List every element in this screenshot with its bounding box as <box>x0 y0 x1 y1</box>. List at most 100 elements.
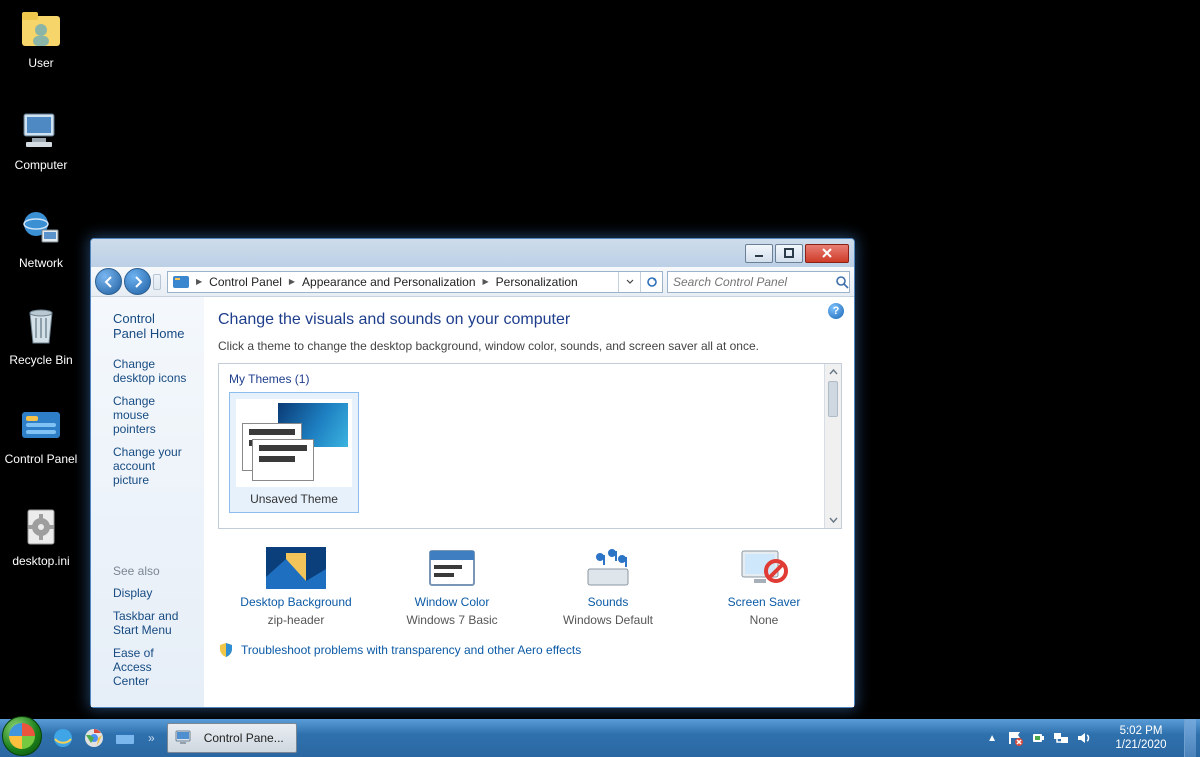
sidebar-seealso-taskbar[interactable]: Taskbar and Start Menu <box>113 609 190 637</box>
power-icon[interactable] <box>1030 730 1046 746</box>
minimize-button[interactable] <box>745 244 773 263</box>
link-value: zip-header <box>218 613 374 627</box>
desktop-icon-label: desktop.ini <box>2 554 80 568</box>
themes-list: My Themes (1) Unsaved Theme <box>218 363 842 529</box>
breadcrumb[interactable]: ▶ Control Panel ▶ Appearance and Persona… <box>167 271 663 293</box>
desktop-icon-network[interactable]: Network <box>2 206 80 270</box>
link-value: Windows 7 Basic <box>374 613 530 627</box>
system-tray: ▲ 5:02 PM 1/21/2020 <box>987 719 1200 757</box>
tray-overflow-button[interactable]: ▲ <box>987 733 997 744</box>
computer-icon <box>18 108 64 154</box>
desktop-icon-desktop-ini[interactable]: desktop.ini <box>2 504 80 568</box>
sidebar: Control Panel Home Change desktop icons … <box>91 297 204 707</box>
desktop-icon-recycle-bin[interactable]: Recycle Bin <box>2 303 80 367</box>
personalization-window: ▶ Control Panel ▶ Appearance and Persona… <box>90 238 855 708</box>
link-screen-saver[interactable]: Screen Saver None <box>686 547 842 627</box>
help-button[interactable]: ? <box>828 303 844 319</box>
control-panel-small-icon <box>172 273 190 291</box>
taskbar: » Control Pane... ▲ 5:02 PM 1/21/2020 <box>0 719 1200 757</box>
nav-history-dropdown[interactable] <box>153 274 161 290</box>
sidebar-seealso-ease-of-access[interactable]: Ease of Access Center <box>113 646 190 688</box>
desktop-icon-computer[interactable]: Computer <box>2 108 80 172</box>
theme-caption: Unsaved Theme <box>236 487 352 512</box>
theme-item-unsaved[interactable]: Unsaved Theme <box>229 392 359 513</box>
link-desktop-background[interactable]: Desktop Background zip-header <box>218 547 374 627</box>
search-box[interactable] <box>667 271 850 293</box>
quick-launch <box>52 727 136 749</box>
sidebar-home-link[interactable]: Control Panel Home <box>113 311 190 341</box>
theme-preview <box>236 399 352 487</box>
breadcrumb-arrow-icon: ▶ <box>287 277 297 286</box>
flag-icon[interactable] <box>1007 730 1023 746</box>
sidebar-seealso-display[interactable]: Display <box>113 586 190 600</box>
taskbar-clock[interactable]: 5:02 PM 1/21/2020 <box>1108 724 1174 752</box>
chrome-icon[interactable] <box>83 727 105 749</box>
start-button[interactable] <box>2 716 42 756</box>
close-button[interactable] <box>805 244 849 263</box>
ie-icon[interactable] <box>52 727 74 749</box>
breadcrumb-seg-appearance[interactable]: Appearance and Personalization <box>297 275 480 289</box>
recycle-bin-icon <box>18 303 64 349</box>
link-sounds[interactable]: Sounds Windows Default <box>530 547 686 627</box>
nav-forward-button[interactable] <box>124 268 151 295</box>
titlebar[interactable] <box>91 239 854 267</box>
breadcrumb-arrow-icon: ▶ <box>194 277 204 286</box>
taskbar-item-label: Control Pane... <box>204 731 284 745</box>
link-value: Windows Default <box>530 613 686 627</box>
desktop-icon-label: Recycle Bin <box>2 353 80 367</box>
desktop-icon-control-panel[interactable]: Control Panel <box>2 402 80 466</box>
sidebar-link-desktop-icons[interactable]: Change desktop icons <box>113 357 190 385</box>
clock-date: 1/21/2020 <box>1108 738 1174 752</box>
taskbar-item-control-panel[interactable]: Control Pane... <box>167 723 297 753</box>
quick-launch-overflow[interactable]: » <box>148 731 155 745</box>
breadcrumb-seg-control-panel[interactable]: Control Panel <box>204 275 287 289</box>
link-title: Desktop Background <box>218 595 374 609</box>
see-also-label: See also <box>113 564 190 578</box>
screen-saver-icon <box>734 547 794 589</box>
refresh-button[interactable] <box>640 272 662 292</box>
address-bar-row: ▶ Control Panel ▶ Appearance and Persona… <box>91 267 854 297</box>
themes-scrollbar[interactable] <box>824 364 841 528</box>
volume-icon[interactable] <box>1076 730 1092 746</box>
explorer-pin-icon[interactable] <box>114 727 136 749</box>
troubleshoot-link[interactable]: Troubleshoot problems with transparency … <box>218 642 842 658</box>
clock-time: 5:02 PM <box>1108 724 1174 738</box>
desktop-background-icon <box>266 547 326 589</box>
content-area: ? Change the visuals and sounds on your … <box>204 297 854 707</box>
page-subtext: Click a theme to change the desktop back… <box>218 339 842 353</box>
control-panel-icon <box>18 402 64 448</box>
breadcrumb-seg-personalization[interactable]: Personalization <box>491 275 583 289</box>
show-desktop-button[interactable] <box>1184 719 1196 757</box>
scroll-up-icon[interactable] <box>825 364 841 381</box>
control-panel-task-icon <box>174 727 196 749</box>
sidebar-link-account-picture[interactable]: Change your account picture <box>113 445 190 487</box>
desktop-icon-label: Computer <box>2 158 80 172</box>
info-link-text: Troubleshoot problems with transparency … <box>241 643 581 657</box>
desktop-icon-label: Network <box>2 256 80 270</box>
link-window-color[interactable]: Window Color Windows 7 Basic <box>374 547 530 627</box>
maximize-button[interactable] <box>775 244 803 263</box>
network-icon <box>18 206 64 252</box>
page-heading: Change the visuals and sounds on your co… <box>218 311 842 329</box>
shield-icon <box>218 642 234 658</box>
themes-section-label: My Themes (1) <box>219 364 841 392</box>
link-title: Sounds <box>530 595 686 609</box>
window-color-icon <box>422 547 482 589</box>
scroll-thumb[interactable] <box>828 381 838 417</box>
folder-user-icon <box>18 6 64 52</box>
gear-file-icon <box>18 504 64 550</box>
desktop-icon-label: User <box>2 56 80 70</box>
sidebar-link-mouse-pointers[interactable]: Change mouse pointers <box>113 394 190 436</box>
nav-back-button[interactable] <box>95 268 122 295</box>
desktop-icon-user[interactable]: User <box>2 6 80 70</box>
scroll-down-icon[interactable] <box>825 511 841 528</box>
sounds-icon <box>578 547 638 589</box>
breadcrumb-dropdown-button[interactable] <box>618 272 640 292</box>
link-title: Window Color <box>374 595 530 609</box>
quick-links-row: Desktop Background zip-header Window Col… <box>218 547 842 627</box>
search-icon[interactable] <box>835 275 849 289</box>
desktop-icon-label: Control Panel <box>2 452 80 466</box>
network-tray-icon[interactable] <box>1053 730 1069 746</box>
breadcrumb-arrow-icon: ▶ <box>481 277 491 286</box>
search-input[interactable] <box>668 275 835 289</box>
